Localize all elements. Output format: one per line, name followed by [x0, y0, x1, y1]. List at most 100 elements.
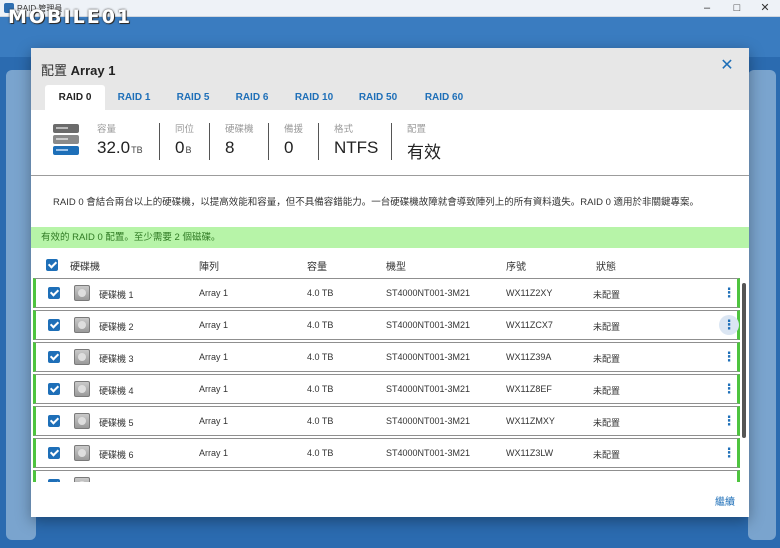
hard-disk-icon [74, 477, 90, 482]
disk-serial: WX11Z2XY [506, 288, 553, 298]
row-checkbox[interactable] [48, 415, 60, 427]
disk-serial: WX11ZCX7 [506, 320, 553, 330]
col-serial[interactable]: 序號 [506, 258, 526, 273]
dialog-title-name: Array 1 [70, 63, 116, 78]
row-checkbox[interactable] [48, 351, 60, 363]
database-icon [53, 124, 79, 155]
table-row[interactable] [33, 470, 740, 482]
disk-serial: WX11Z39A [506, 352, 552, 362]
dialog-title-prefix: 配置 [41, 63, 68, 78]
hard-disk-icon [74, 381, 90, 397]
stat-capacity-value: 32.0 [97, 138, 131, 157]
disk-capacity: 4.0 TB [307, 320, 334, 330]
col-status[interactable]: 狀態 [596, 258, 616, 273]
window-close-icon[interactable]: ✕ [752, 1, 778, 15]
select-all-checkbox[interactable] [46, 259, 58, 271]
disk-array: Array 1 [199, 416, 229, 426]
hard-disk-icon [74, 317, 90, 333]
col-disk[interactable]: 硬碟機 [70, 258, 100, 273]
disk-model: ST4000NT001-3M21 [386, 416, 471, 426]
tab-raid-10[interactable]: RAID 10 [284, 85, 344, 110]
stat-spare-label: 備援 [284, 124, 304, 135]
disk-name: 硬碟機 5 [99, 418, 134, 428]
row-checkbox[interactable] [48, 319, 60, 331]
raid-description: RAID 0 會結合兩台以上的硬碟機，以提高效能和容量，但不具備容錯能力。一台硬… [53, 197, 700, 208]
stat-parity-value-wrap: 0B [175, 138, 194, 158]
disk-name: 硬碟機 3 [99, 354, 134, 364]
disk-model: ST4000NT001-3M21 [386, 384, 471, 394]
row-checkbox[interactable] [48, 479, 60, 482]
disk-capacity: 4.0 TB [307, 416, 334, 426]
row-checkbox[interactable] [48, 447, 60, 459]
close-icon[interactable]: ✕ [717, 56, 737, 76]
table-row[interactable]: 硬碟機 6 Array 1 4.0 TB ST4000NT001-3M21 WX… [33, 438, 740, 468]
disk-status: 未配置 [593, 418, 621, 428]
tab-raid-60[interactable]: RAID 60 [412, 85, 476, 110]
minimize-icon[interactable]: – [694, 1, 720, 15]
continue-button[interactable]: 繼續 [715, 493, 735, 508]
tab-raid-0[interactable]: RAID 0 [45, 85, 105, 110]
disk-serial: WX11Z3LW [506, 448, 554, 458]
tab-raid-5[interactable]: RAID 5 [166, 85, 220, 110]
disk-capacity: 4.0 TB [307, 384, 334, 394]
table-row[interactable]: 硬碟機 2 Array 1 4.0 TB ST4000NT001-3M21 WX… [33, 310, 740, 340]
watermark-logo: MOBILE01 [8, 6, 133, 28]
table-row[interactable]: 硬碟機 5 Array 1 4.0 TB ST4000NT001-3M21 WX… [33, 406, 740, 436]
disk-model: ST4000NT001-3M21 [386, 288, 471, 298]
kebab-menu-icon[interactable]: ⋮ [719, 315, 739, 335]
disk-serial: WX11Z8EF [506, 384, 552, 394]
divider [318, 123, 319, 160]
stat-parity-unit: B [185, 145, 192, 155]
disk-capacity: 4.0 TB [307, 288, 334, 298]
stat-format: 格式 NTFS [334, 121, 378, 158]
divider [268, 123, 269, 160]
tab-raid-50[interactable]: RAID 50 [346, 85, 410, 110]
stat-disks-value: 8 [225, 138, 235, 157]
stat-parity-value: 0 [175, 138, 185, 157]
hard-disk-icon [74, 413, 90, 429]
disk-status: 未配置 [593, 450, 621, 460]
col-model[interactable]: 機型 [386, 258, 406, 273]
disk-name: 硬碟機 2 [99, 322, 134, 332]
stat-parity-label: 同位 [175, 124, 195, 135]
hard-disk-icon [74, 285, 90, 301]
divider [391, 123, 392, 160]
row-checkbox[interactable] [48, 383, 60, 395]
disk-name: 硬碟機 1 [99, 290, 134, 300]
kebab-menu-icon[interactable]: ⋮ [719, 283, 739, 303]
table-scrollbar[interactable] [742, 283, 746, 438]
col-array[interactable]: 陣列 [199, 258, 219, 273]
valid-config-banner: 有效的 RAID 0 配置。至少需要 2 個磁碟。 [31, 227, 749, 248]
array-summary: 容量 32.0TB 同位 0B 硬碟機 8 備援 0 格式 NTFS 配置 有效 [31, 110, 749, 176]
kebab-menu-icon[interactable]: ⋮ [719, 443, 739, 463]
tab-raid-1[interactable]: RAID 1 [107, 85, 161, 110]
disk-status: 未配置 [593, 354, 621, 364]
stat-spare: 備援 0 [284, 121, 303, 158]
stat-capacity-unit: TB [131, 145, 143, 155]
kebab-menu-icon[interactable]: ⋮ [719, 347, 739, 367]
table-row[interactable]: 硬碟機 3 Array 1 4.0 TB ST4000NT001-3M21 WX… [33, 342, 740, 372]
disk-capacity: 4.0 TB [307, 352, 334, 362]
hard-disk-icon [74, 445, 90, 461]
divider [159, 123, 160, 160]
disk-status: 未配置 [593, 386, 621, 396]
stat-parity: 同位 0B [175, 121, 194, 158]
disk-model: ST4000NT001-3M21 [386, 448, 471, 458]
table-row[interactable]: 硬碟機 4 Array 1 4.0 TB ST4000NT001-3M21 WX… [33, 374, 740, 404]
stat-format-label: 格式 [334, 124, 354, 135]
kebab-menu-icon[interactable]: ⋮ [719, 379, 739, 399]
disk-array: Array 1 [199, 384, 229, 394]
stat-capacity-value-wrap: 32.0TB [97, 138, 143, 158]
tab-raid-6[interactable]: RAID 6 [225, 85, 279, 110]
row-checkbox[interactable] [48, 287, 60, 299]
disk-array: Array 1 [199, 320, 229, 330]
col-capacity[interactable]: 容量 [307, 258, 327, 273]
background-panel-right [748, 70, 776, 540]
hard-disk-icon [74, 349, 90, 365]
table-header: 硬碟機 陣列 容量 機型 序號 狀態 [31, 253, 749, 277]
disk-status: 未配置 [593, 290, 621, 300]
table-row[interactable]: 硬碟機 1 Array 1 4.0 TB ST4000NT001-3M21 WX… [33, 278, 740, 308]
kebab-menu-icon[interactable]: ⋮ [719, 411, 739, 431]
maximize-icon[interactable]: □ [724, 1, 750, 15]
dialog-header: 配置 Array 1 ✕ RAID 0 RAID 1 RAID 5 RAID 6… [31, 48, 749, 110]
